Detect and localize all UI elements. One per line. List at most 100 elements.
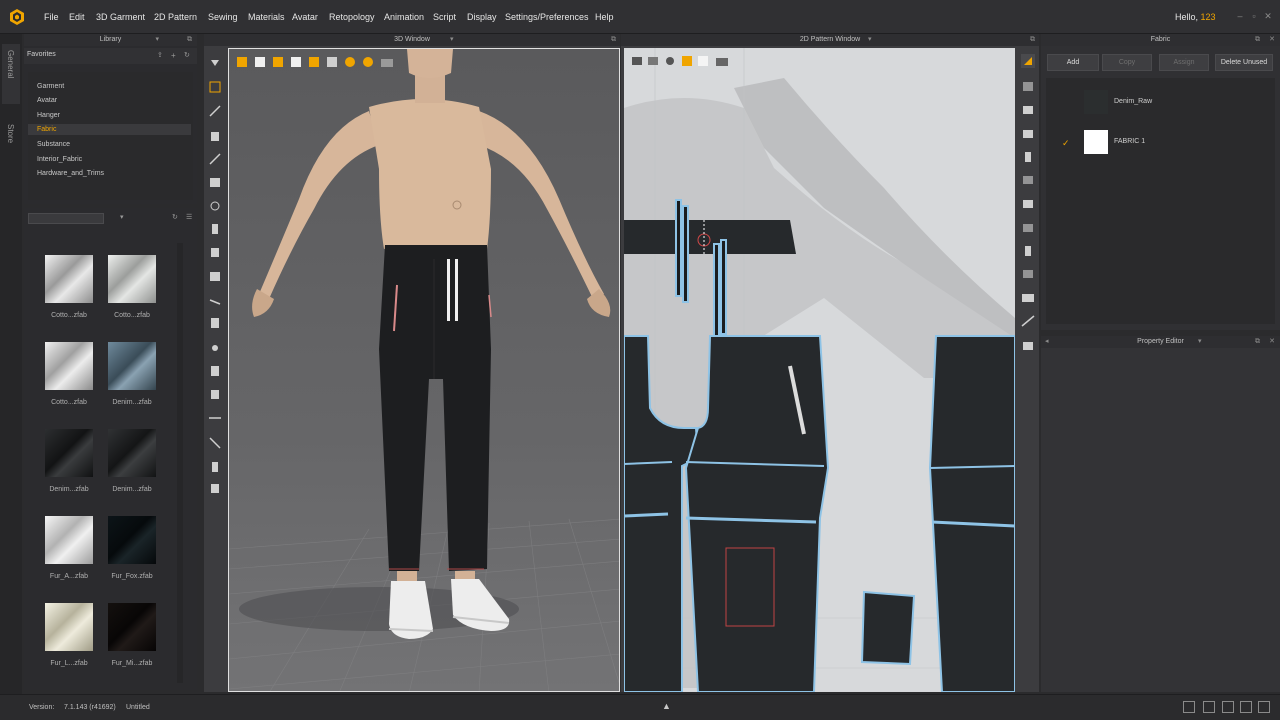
fabric-thumb-cotton-1[interactable] xyxy=(45,255,93,303)
layout-2d-icon[interactable] xyxy=(1240,701,1252,713)
minimize-icon[interactable]: – xyxy=(1234,10,1246,22)
library-header: Library xyxy=(24,34,197,46)
fabric-thumb-fur-cream[interactable] xyxy=(45,603,93,651)
2d-display-toolbar[interactable] xyxy=(630,54,740,70)
3d-scene[interactable] xyxy=(229,49,620,692)
library-search-input[interactable] xyxy=(28,213,104,224)
add-fabric-button[interactable]: Add xyxy=(1047,54,1099,71)
menu-help[interactable]: Help xyxy=(595,12,614,22)
menu-script[interactable]: Script xyxy=(433,12,456,22)
2d-display-toolbar-icon[interactable] xyxy=(630,54,740,68)
pattern-canvas[interactable] xyxy=(624,48,1015,692)
3d-tools-icon[interactable] xyxy=(204,48,226,498)
layout-split-icon[interactable] xyxy=(1203,701,1215,713)
fabric-thumb-label: Fur_Mi...zfab xyxy=(111,660,153,667)
menu-3d-garment[interactable]: 3D Garment xyxy=(96,12,145,22)
fabric-thumb-cotton-3[interactable] xyxy=(45,342,93,390)
fabric-list-item[interactable]: Denim_Raw xyxy=(1046,84,1275,122)
2d-tools-icon[interactable] xyxy=(1017,48,1039,368)
app-logo-icon[interactable] xyxy=(8,8,26,26)
delete-unused-button[interactable]: Delete Unused xyxy=(1215,54,1273,71)
refresh-icon[interactable]: ↻ xyxy=(172,213,178,221)
fabric-thumb-denim-blue[interactable] xyxy=(108,342,156,390)
layout-3d-icon[interactable] xyxy=(1222,701,1234,713)
fabric-list-item[interactable]: ✓ FABRIC 1 xyxy=(1046,124,1275,162)
tab-store[interactable]: Store xyxy=(6,124,15,143)
library-item-hardware-and-trims[interactable]: Hardware_and_Trims xyxy=(37,170,104,177)
fabric-thumb-fur-white[interactable] xyxy=(45,516,93,564)
panel-float-icon[interactable]: ⧉ xyxy=(1255,34,1260,46)
library-content-panel: ▾ ↻ ☰ Cotto...zfab Cotto...zfab Cotto...… xyxy=(24,208,197,690)
library-item-interior-fabric[interactable]: Interior_Fabric xyxy=(37,156,82,163)
library-item-garment[interactable]: Garment xyxy=(37,83,64,90)
2d-viewport[interactable] xyxy=(624,48,1015,692)
layout-grid-icon[interactable] xyxy=(1258,701,1270,713)
library-item-avatar[interactable]: Avatar xyxy=(37,97,57,104)
menu-file[interactable]: File xyxy=(44,12,59,22)
library-panel: Library ▾ ⧉ Favorites ⇪ + ↻ Garment Avat… xyxy=(24,34,197,204)
status-bar: Version: 7.1.143 (r41692) Untitled ▲ xyxy=(0,694,1280,720)
tab-general[interactable]: General xyxy=(6,50,15,78)
refresh-icon[interactable]: ↻ xyxy=(184,51,190,59)
file-name: Untitled xyxy=(126,704,150,711)
close-icon[interactable]: ✕ xyxy=(1262,10,1274,22)
library-item-substance[interactable]: Substance xyxy=(37,141,70,148)
menubar: File Edit 3D Garment 2D Pattern Sewing M… xyxy=(0,0,1280,34)
upload-icon[interactable]: ⇪ xyxy=(157,51,163,59)
panel-menu-icon[interactable]: ▾ xyxy=(868,34,872,46)
assign-fabric-button[interactable]: Assign xyxy=(1159,54,1209,71)
menu-animation[interactable]: Animation xyxy=(384,12,424,22)
fabric-thumb-denim-dark-2[interactable] xyxy=(108,429,156,477)
3d-window-header: 3D Window xyxy=(204,34,620,46)
panel-menu-icon[interactable]: ▾ xyxy=(155,34,159,46)
library-scrollbar[interactable] xyxy=(177,243,183,683)
3d-display-toolbar[interactable] xyxy=(235,55,395,71)
fabric-thumb-fur-black[interactable] xyxy=(108,603,156,651)
filter-dropdown-icon[interactable]: ▾ xyxy=(120,213,124,221)
menu-materials[interactable]: Materials xyxy=(248,12,285,22)
menu-settings-preferences[interactable]: Settings/Preferences xyxy=(505,12,589,22)
user-greeting[interactable]: Hello, 123 xyxy=(1175,12,1216,22)
panel-close-icon[interactable]: ✕ xyxy=(1269,336,1275,348)
greeting-text: Hello, xyxy=(1175,12,1199,22)
favorites-label[interactable]: Favorites xyxy=(27,51,56,58)
2d-tool-column xyxy=(1017,48,1039,692)
maximize-icon[interactable]: ▫ xyxy=(1248,10,1260,22)
fabric-swatch xyxy=(1084,90,1108,114)
2d-window-header: 2D Pattern Window xyxy=(621,34,1039,46)
copy-fabric-button[interactable]: Copy xyxy=(1102,54,1152,71)
3d-window-title: 3D Window xyxy=(394,36,430,43)
panel-close-icon[interactable]: ✕ xyxy=(1269,34,1275,46)
panel-menu-icon[interactable]: ▾ xyxy=(1198,336,1202,348)
panel-float-icon[interactable]: ⧉ xyxy=(611,34,616,46)
fabric-thumb-denim-dark-1[interactable] xyxy=(45,429,93,477)
menu-retopology[interactable]: Retopology xyxy=(329,12,375,22)
fabric-thumb-label: Denim...zfab xyxy=(49,486,89,493)
fabric-title: Fabric xyxy=(1150,36,1171,43)
panel-menu-icon[interactable]: ▾ xyxy=(450,34,454,46)
panel-float-icon[interactable]: ⧉ xyxy=(1255,336,1260,348)
menu-edit[interactable]: Edit xyxy=(69,12,85,22)
menu-display[interactable]: Display xyxy=(467,12,497,22)
version-value: 7.1.143 (r41692) xyxy=(64,704,116,711)
layout-single-icon[interactable] xyxy=(1183,701,1195,713)
side-tab-bar: General Store xyxy=(0,34,22,694)
add-folder-icon[interactable]: + xyxy=(171,51,176,60)
menu-sewing[interactable]: Sewing xyxy=(208,12,238,22)
3d-viewport[interactable] xyxy=(228,48,620,692)
panel-float-icon[interactable]: ⧉ xyxy=(1030,34,1035,46)
panel-float-icon[interactable]: ⧉ xyxy=(187,34,192,46)
panel-pin-icon[interactable]: ◂ xyxy=(1045,336,1049,348)
fabric-thumb-cotton-2[interactable] xyxy=(108,255,156,303)
fabric-name: FABRIC 1 xyxy=(1114,138,1146,145)
library-item-hanger[interactable]: Hanger xyxy=(37,112,60,119)
expand-up-icon[interactable]: ▲ xyxy=(662,701,671,711)
fabric-swatch xyxy=(1084,130,1108,154)
list-view-icon[interactable]: ☰ xyxy=(186,213,192,221)
library-item-fabric[interactable]: Fabric xyxy=(37,126,56,133)
fabric-thumb-fur-fox[interactable] xyxy=(108,516,156,564)
3d-display-toolbar-icon[interactable] xyxy=(235,55,395,69)
fabric-panel: Fabric ⧉ ✕ Add Copy Assign Delete Unused… xyxy=(1041,34,1280,330)
menu-avatar[interactable]: Avatar xyxy=(292,12,318,22)
menu-2d-pattern[interactable]: 2D Pattern xyxy=(154,12,197,22)
